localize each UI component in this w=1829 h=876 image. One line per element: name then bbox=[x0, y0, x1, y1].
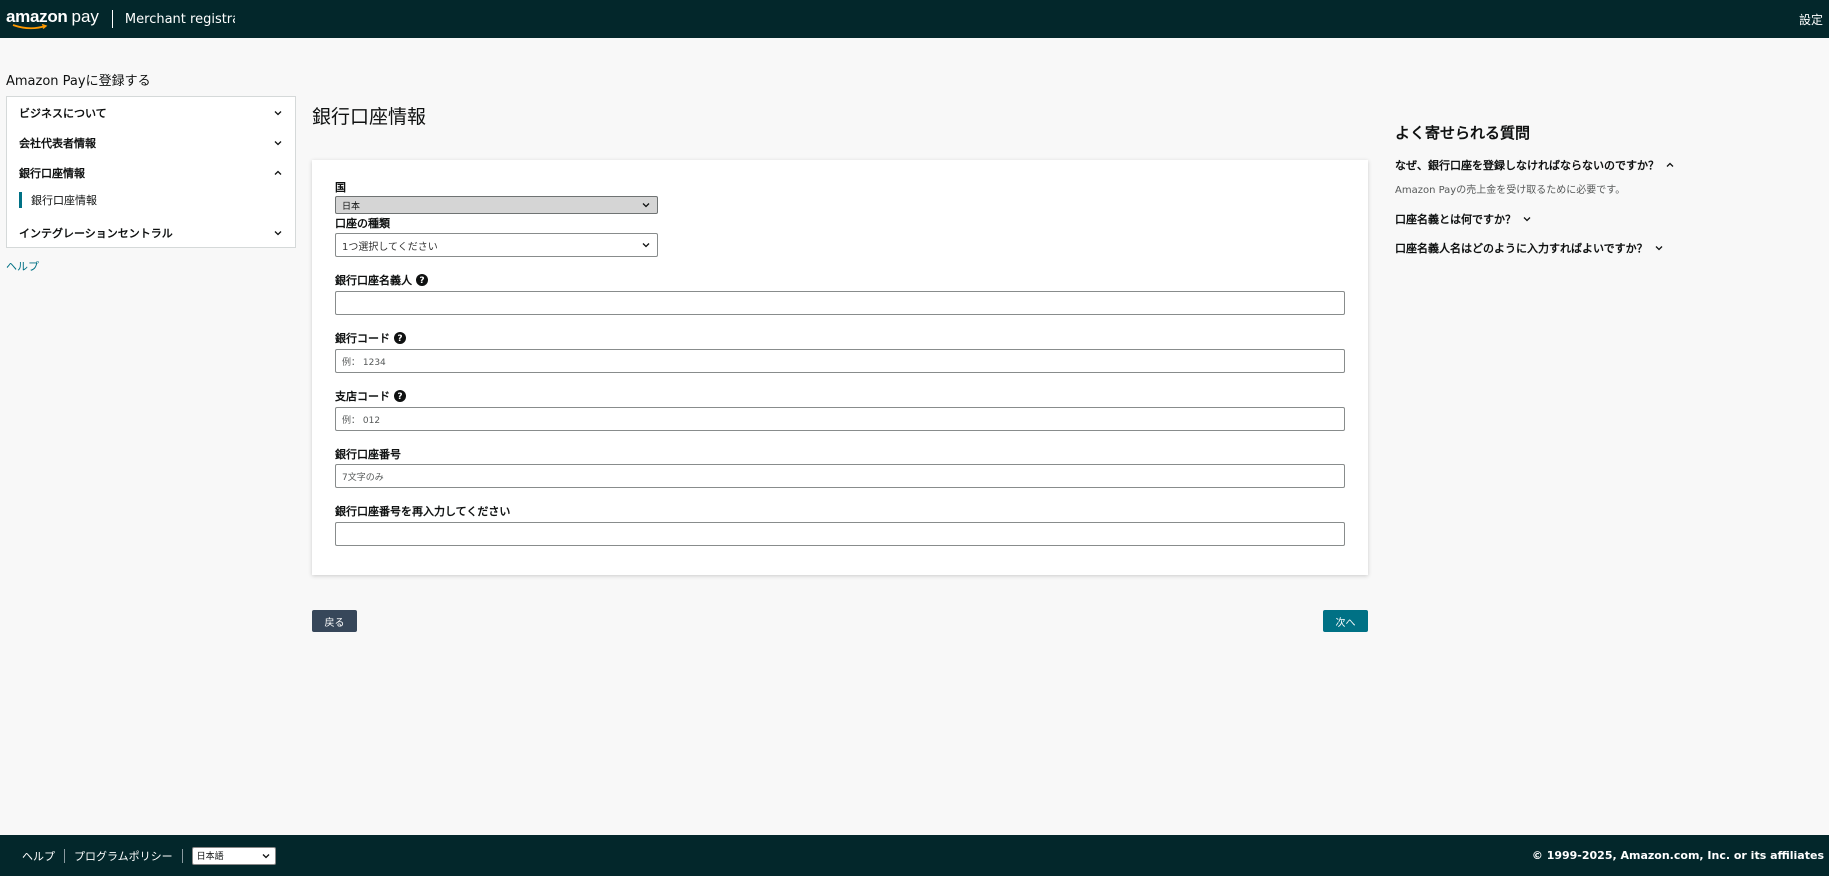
footer-separator bbox=[64, 848, 65, 863]
account-type-select[interactable]: 1つ選択してください bbox=[335, 233, 658, 257]
country-label: 国 bbox=[335, 181, 346, 194]
chevron-down-icon bbox=[1655, 246, 1663, 251]
faq-question-text: 口座名義人名はどのように入力すればよいですか？ bbox=[1395, 242, 1648, 255]
account-number-placeholder: 7文字のみ bbox=[342, 472, 384, 483]
faq-question-text: 口座名義とは何ですか？ bbox=[1395, 213, 1516, 226]
chevron-down-icon bbox=[262, 853, 270, 858]
nav-subitem-bank-account[interactable]: 銀行口座情報 bbox=[19, 192, 97, 208]
account-type-select-value: 1つ選択してください bbox=[342, 241, 438, 253]
bank-code-input[interactable]: 例： 1234 bbox=[335, 349, 1345, 373]
chevron-down-icon bbox=[274, 141, 282, 146]
help-link[interactable]: ヘルプ bbox=[6, 258, 39, 274]
svg-text:?: ? bbox=[419, 276, 424, 286]
nav-subitem-label: 銀行口座情報 bbox=[31, 194, 97, 207]
faq-question-how-to-enter[interactable]: 口座名義人名はどのように入力すればよいですか？ bbox=[1395, 240, 1664, 256]
nav-item-label: 銀行口座情報 bbox=[19, 167, 85, 180]
bank-code-placeholder: 例： 1234 bbox=[342, 357, 386, 368]
account-number-confirm-label: 銀行口座番号を再入力してください bbox=[335, 505, 511, 518]
footer-policy-link[interactable]: プログラムポリシー bbox=[74, 848, 173, 864]
account-type-label: 口座の種類 bbox=[335, 217, 390, 230]
svg-text:?: ? bbox=[397, 334, 402, 344]
nav-item-label: 会社代表者情報 bbox=[19, 137, 96, 150]
account-holder-label: 銀行口座名義人 ? bbox=[335, 272, 428, 288]
footer-separator bbox=[181, 848, 183, 863]
account-holder-label-text: 銀行口座名義人 bbox=[335, 274, 412, 287]
branch-code-label: 支店コード ? bbox=[335, 388, 406, 404]
country-select-value: 日本 bbox=[342, 201, 361, 212]
branch-code-label-text: 支店コード bbox=[335, 390, 390, 403]
chevron-down-icon bbox=[274, 231, 282, 236]
next-button[interactable]: 次へ bbox=[1323, 610, 1368, 632]
back-button[interactable]: 戻る bbox=[312, 610, 357, 632]
registration-steps-nav: ビジネスについて 会社代表者情報 銀行口座情報 銀行口座情報 インテグレーション… bbox=[6, 96, 296, 248]
logo-pay-text: pay bbox=[71, 7, 99, 26]
nav-item-label: ビジネスについて bbox=[19, 107, 107, 120]
account-holder-input[interactable] bbox=[335, 291, 1345, 315]
register-title: Amazon Payに登録する bbox=[6, 74, 151, 89]
amazon-pay-logo[interactable]: amazon pay bbox=[6, 0, 99, 38]
smile-arrow-icon bbox=[12, 24, 48, 30]
help-circle-icon[interactable]: ? bbox=[394, 332, 406, 344]
bank-code-label-text: 銀行コード bbox=[335, 332, 390, 345]
country-select[interactable]: 日本 bbox=[335, 196, 658, 214]
chevron-up-icon bbox=[274, 170, 282, 175]
copyright-text: © 1999-2025, Amazon.com, Inc. or its aff… bbox=[1531, 849, 1824, 862]
branch-code-input[interactable]: 例： 012 bbox=[335, 407, 1345, 431]
page-title: 銀行口座情報 bbox=[312, 106, 427, 128]
branch-code-placeholder: 例： 012 bbox=[342, 415, 381, 426]
faq-question-why-register[interactable]: なぜ、銀行口座を登録しなければならないのですか？ bbox=[1395, 157, 1675, 173]
account-number-confirm-input[interactable] bbox=[335, 522, 1345, 546]
language-select-value: 日本語 bbox=[196, 852, 224, 862]
top-bar: amazon pay Merchant registration 設定 bbox=[0, 0, 1829, 38]
nav-item-business[interactable]: ビジネスについて bbox=[19, 103, 283, 123]
chevron-down-icon bbox=[274, 111, 282, 116]
footer: ヘルプ プログラムポリシー 日本語 © 1999-2025, Amazon.co… bbox=[0, 835, 1829, 876]
bank-code-label: 銀行コード ? bbox=[335, 330, 406, 346]
active-indicator bbox=[19, 192, 22, 208]
footer-help-link[interactable]: ヘルプ bbox=[22, 848, 55, 864]
faq-answer: Amazon Payの売上金を受け取るために必要です。 bbox=[1395, 185, 1626, 196]
nav-item-representative[interactable]: 会社代表者情報 bbox=[19, 133, 283, 153]
account-number-input[interactable]: 7文字のみ bbox=[335, 464, 1345, 488]
bank-account-form: 国 日本 口座の種類 1つ選択してください 銀行口座名義人 ? 銀行コード ? … bbox=[312, 160, 1368, 575]
help-circle-icon[interactable]: ? bbox=[394, 390, 406, 402]
nav-item-label: インテグレーションセントラル bbox=[19, 227, 173, 240]
help-circle-icon[interactable]: ? bbox=[416, 274, 428, 286]
merchant-registration-title: Merchant registration bbox=[124, 11, 235, 27]
chevron-down-icon bbox=[642, 203, 650, 208]
nav-item-integration-central[interactable]: インテグレーションセントラル bbox=[19, 223, 283, 243]
header-divider bbox=[111, 10, 113, 28]
nav-item-bank-account[interactable]: 銀行口座情報 bbox=[19, 163, 283, 183]
svg-text:?: ? bbox=[397, 392, 402, 402]
faq-title: よく寄せられる質問 bbox=[1395, 124, 1531, 142]
chevron-down-icon bbox=[642, 243, 650, 248]
language-select[interactable]: 日本語 bbox=[191, 846, 276, 865]
chevron-up-icon bbox=[1666, 162, 1674, 167]
account-number-label: 銀行口座番号 bbox=[335, 448, 401, 461]
faq-question-text: なぜ、銀行口座を登録しなければならないのですか？ bbox=[1395, 159, 1659, 172]
settings-link[interactable]: 設定 bbox=[1799, 11, 1823, 28]
faq-question-account-name[interactable]: 口座名義とは何ですか？ bbox=[1395, 211, 1532, 227]
chevron-down-icon bbox=[1523, 217, 1531, 222]
